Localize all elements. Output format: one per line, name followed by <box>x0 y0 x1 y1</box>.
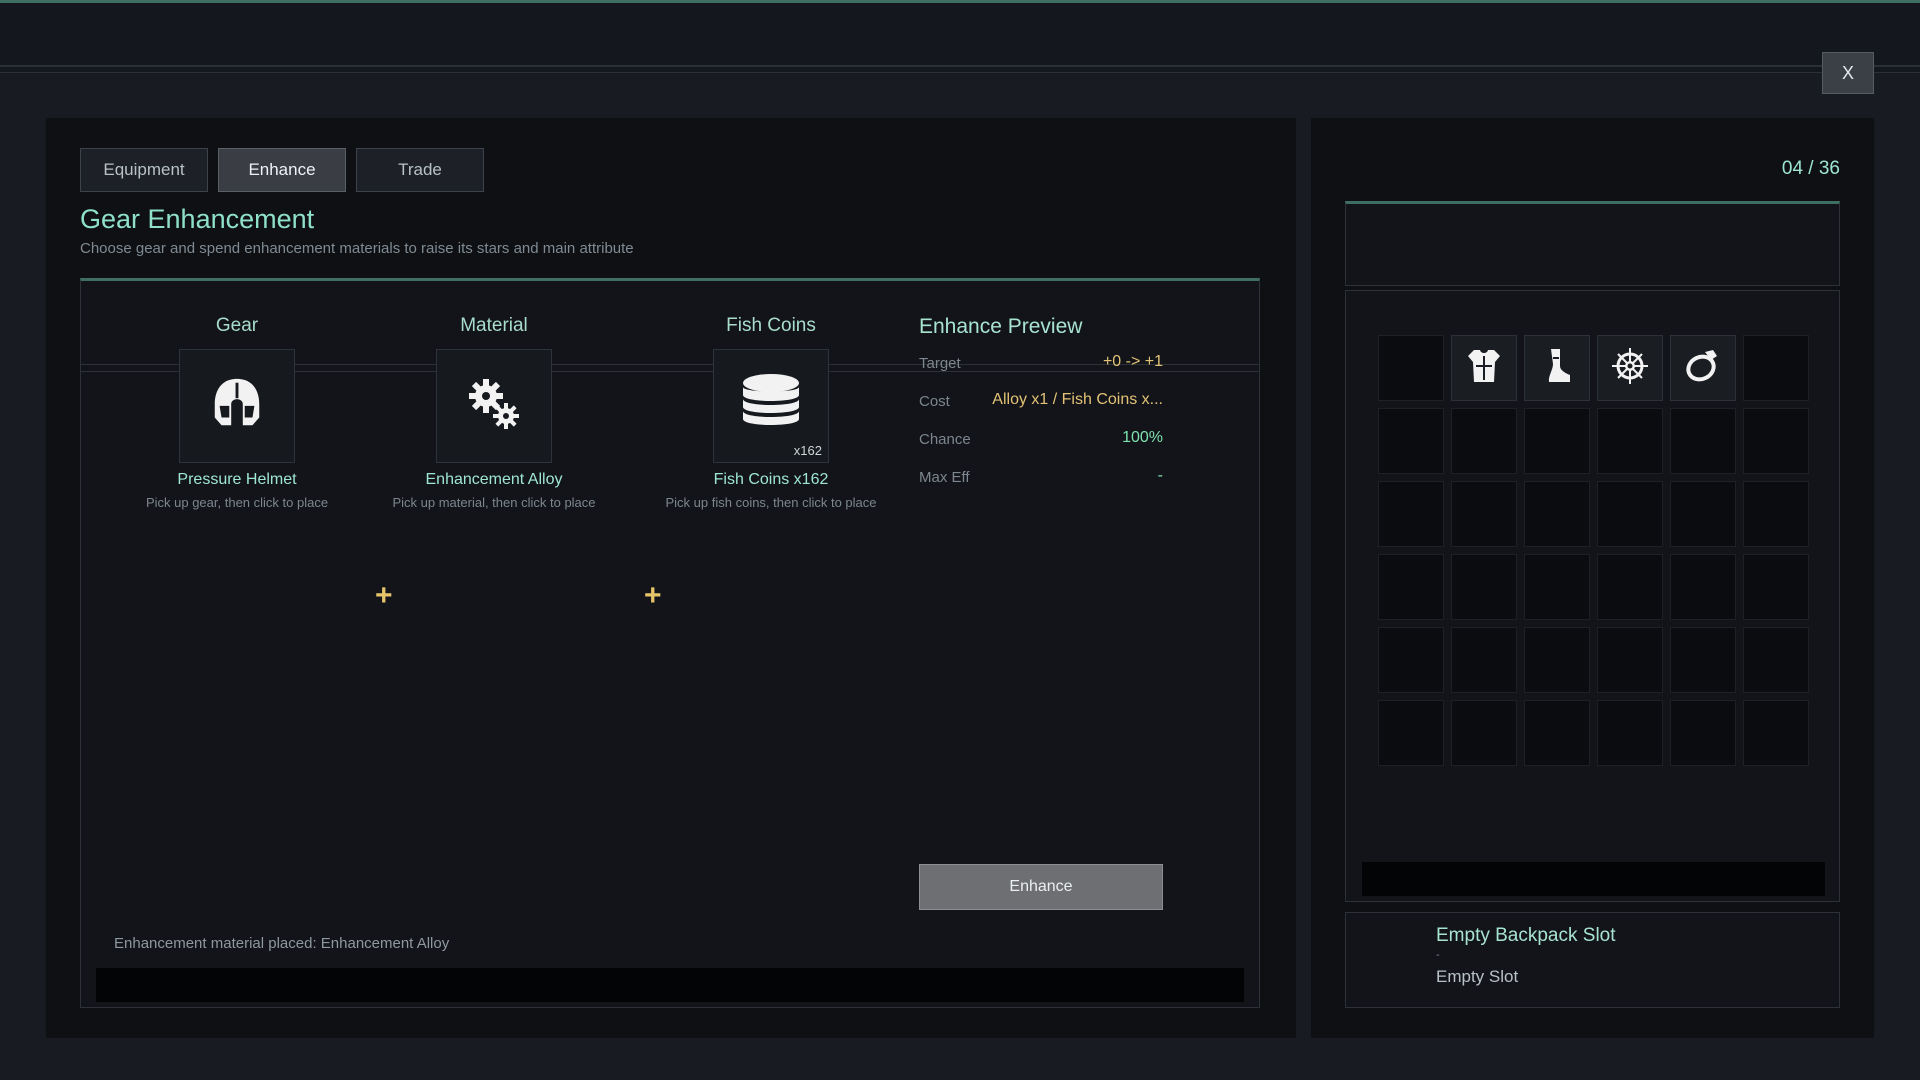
compass-icon <box>1610 346 1650 391</box>
chestplate-icon <box>1464 346 1504 391</box>
tab-equipment[interactable]: Equipment <box>80 148 208 192</box>
inventory-slot[interactable] <box>1670 481 1736 547</box>
gear-slot-title: Gear <box>215 315 259 336</box>
inventory-slot[interactable] <box>1597 335 1663 401</box>
inventory-bar <box>1362 862 1825 896</box>
inventory-slot[interactable] <box>1670 700 1736 766</box>
inventory-slot[interactable] <box>1378 481 1444 547</box>
preview-value: 100% <box>1122 429 1163 446</box>
preview-label: Max Eff <box>919 469 970 486</box>
plus-sign: + <box>375 579 393 612</box>
slot-detail-subtitle: Empty Slot <box>1436 967 1519 986</box>
preview-value: Alloy x1 / Fish Coins x... <box>992 391 1163 408</box>
inventory-slot[interactable] <box>1597 554 1663 620</box>
inventory-slot[interactable] <box>1524 627 1590 693</box>
enhance-preview: Enhance Preview Target +0 -> +1 Cost All… <box>919 315 1163 497</box>
helmet-icon <box>208 375 266 438</box>
boot-icon <box>1537 346 1577 391</box>
status-bar <box>96 968 1244 1002</box>
inventory-slot[interactable] <box>1597 408 1663 474</box>
inventory-grid <box>1378 335 1809 766</box>
coins-slot[interactable]: x162 <box>713 349 829 463</box>
preview-row-cost: Cost Alloy x1 / Fish Coins x... <box>919 383 1163 421</box>
gear-slot-hint: Pick up gear, then click to place <box>145 495 329 510</box>
coins-slot-column: Fish Coins x162 Fish Coins x162 Pick up <box>666 315 877 510</box>
gears-icon <box>464 374 524 439</box>
inventory-slot[interactable] <box>1743 481 1809 547</box>
inventory-grid-box <box>1345 290 1840 902</box>
top-bar <box>0 3 1920 67</box>
inventory-slot[interactable] <box>1670 554 1736 620</box>
coins-item-name: Fish Coins x162 <box>713 471 829 488</box>
inventory-slot[interactable] <box>1524 554 1590 620</box>
plus-sign: + <box>644 579 662 612</box>
inventory-slot[interactable] <box>1524 408 1590 474</box>
inventory-slot[interactable] <box>1451 700 1517 766</box>
tab-bar: Equipment Enhance Trade <box>80 148 484 192</box>
preview-row-chance: Chance 100% <box>919 421 1163 459</box>
enhance-button[interactable]: Enhance <box>919 864 1163 910</box>
inventory-slot[interactable] <box>1378 408 1444 474</box>
inventory-slot[interactable] <box>1451 335 1517 401</box>
enhance-panel: Equipment Enhance Trade Gear Enhancement… <box>46 118 1296 1038</box>
coins-quantity: x162 <box>793 443 822 458</box>
material-slot-hint: Pick up material, then click to place <box>392 495 596 510</box>
inventory-slot[interactable] <box>1743 627 1809 693</box>
gear-slot-column: Gear Pressure Helmet Pick up gear, then … <box>146 315 328 510</box>
status-message: Enhancement material placed: Enhancement… <box>114 935 450 952</box>
inventory-panel: 04 / 36 Empty Backpack Slot - Empty Slot <box>1311 118 1874 1038</box>
page-subtitle: Choose gear and spend enhancement materi… <box>80 240 634 257</box>
coins-slot-title: Fish Coins <box>726 315 816 336</box>
inventory-slot[interactable] <box>1451 481 1517 547</box>
coins-slot-hint: Pick up fish coins, then click to place <box>665 495 877 510</box>
inventory-slot[interactable] <box>1378 627 1444 693</box>
inventory-slot[interactable] <box>1670 627 1736 693</box>
preview-row-target: Target +0 -> +1 <box>919 345 1163 383</box>
material-slot-title: Material <box>460 315 528 336</box>
inventory-slot[interactable] <box>1451 554 1517 620</box>
preview-value: +0 -> +1 <box>1102 353 1163 370</box>
inventory-header-box <box>1345 201 1840 286</box>
page-title: Gear Enhancement <box>80 204 315 234</box>
inventory-slot[interactable] <box>1378 700 1444 766</box>
inventory-slot[interactable] <box>1597 700 1663 766</box>
tab-enhance[interactable]: Enhance <box>218 148 346 192</box>
preview-label: Cost <box>919 393 950 410</box>
slot-detail-box: Empty Backpack Slot - Empty Slot <box>1345 912 1840 1008</box>
gear-slot[interactable] <box>179 349 295 463</box>
material-slot[interactable] <box>436 349 552 463</box>
inventory-slot[interactable] <box>1524 335 1590 401</box>
inventory-slot[interactable] <box>1743 700 1809 766</box>
inventory-slot[interactable] <box>1743 554 1809 620</box>
inventory-slot[interactable] <box>1378 335 1444 401</box>
inventory-slot[interactable] <box>1524 700 1590 766</box>
inventory-slot[interactable] <box>1378 554 1444 620</box>
slot-detail-dash: - <box>1436 949 1440 961</box>
inventory-slot[interactable] <box>1743 335 1809 401</box>
coin-stack-icon <box>739 373 803 440</box>
preview-title: Enhance Preview <box>919 315 1083 338</box>
inventory-slot[interactable] <box>1743 408 1809 474</box>
inventory-slot[interactable] <box>1597 627 1663 693</box>
material-item-name: Enhancement Alloy <box>425 471 563 488</box>
preview-value: - <box>1157 467 1163 484</box>
enhance-work-area: Gear Pressure Helmet Pick up gear, then … <box>80 278 1260 1008</box>
inventory-counter: 04 / 36 <box>1781 158 1840 179</box>
inventory-slot[interactable] <box>1670 408 1736 474</box>
preview-row-max-eff: Max Eff - <box>919 459 1163 497</box>
inventory-slot[interactable] <box>1451 408 1517 474</box>
inventory-slot[interactable] <box>1451 627 1517 693</box>
inventory-slot[interactable] <box>1670 335 1736 401</box>
ring-icon <box>1683 346 1723 391</box>
preview-label: Chance <box>919 431 971 448</box>
tab-trade[interactable]: Trade <box>356 148 484 192</box>
close-button[interactable]: X <box>1822 52 1874 94</box>
slot-detail-title: Empty Backpack Slot <box>1436 925 1616 946</box>
gear-item-name: Pressure Helmet <box>177 471 297 488</box>
inventory-slot[interactable] <box>1524 481 1590 547</box>
inventory-slot[interactable] <box>1597 481 1663 547</box>
preview-label: Target <box>919 355 961 372</box>
material-slot-column: Material Enhancement Alloy Pick up mater… <box>392 315 595 510</box>
